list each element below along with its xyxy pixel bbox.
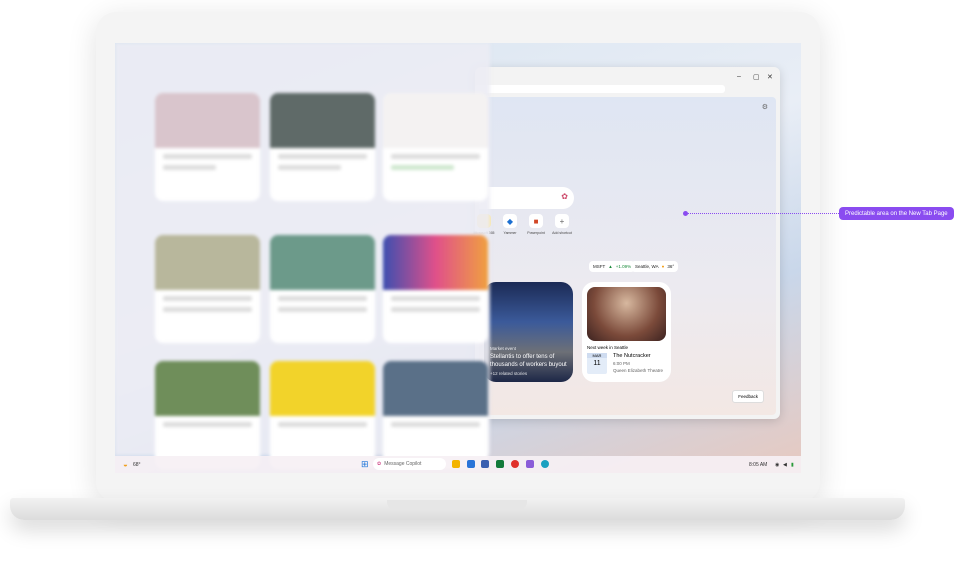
widget-card [155, 235, 260, 343]
taskbar-weather-temp[interactable]: 68° [133, 462, 141, 468]
callout-label: Predictable area on the New Tab Page [839, 207, 954, 220]
widgets-panel-blurred [115, 43, 490, 469]
address-bar[interactable] [475, 85, 725, 93]
shortcut-powerpoint[interactable]: ■ Powerpoint [524, 214, 548, 235]
event-image [587, 287, 666, 341]
shortcut-label: Powerpoint [527, 231, 545, 235]
weather-pill[interactable]: Seattle, WA ● 36° [631, 261, 679, 272]
taskbar-clock[interactable]: 8:05 AM [749, 462, 767, 468]
powerpoint-icon: ■ [529, 214, 543, 228]
laptop-notch [387, 500, 527, 510]
app-icon[interactable] [511, 460, 519, 468]
copilot-icon: ✿ [377, 461, 382, 467]
widget-card [155, 361, 260, 469]
copilot-icon[interactable]: ✿ [561, 192, 568, 201]
stock-change: +1.09% [615, 264, 632, 269]
taskbar: ◒ 68° ⊞ ✿ Message Copilot 8:05 AM ◉ ◀ ▮ [115, 456, 801, 473]
store-icon[interactable] [481, 460, 489, 468]
excel-icon[interactable] [496, 460, 504, 468]
shortcut-label: Add shortcut [552, 231, 572, 235]
widget-card [383, 235, 488, 343]
event-day: 11 [593, 360, 601, 367]
edge-icon[interactable] [541, 460, 549, 468]
weather-icon[interactable]: ◒ [123, 460, 128, 469]
new-tab-page: ⚙ ✿ Microsoft 365 ◆Yammer ■Powerpoint +A… [473, 97, 776, 415]
event-date: MAR 11 [587, 353, 607, 374]
stock-pill[interactable]: MSFT ▲ +1.09% [589, 261, 636, 272]
event-card[interactable]: Next week in Seattle MAR 11 The Nutcrack… [582, 282, 671, 382]
yammer-icon: ◆ [503, 214, 517, 228]
news-card[interactable]: Market event Stellantis to offer tens of… [484, 282, 573, 382]
plus-icon: + [555, 214, 569, 228]
minimize-icon[interactable]: – [737, 73, 741, 80]
callout-leader-line [686, 213, 839, 214]
news-headline: Stellantis to offer tens of thousands of… [490, 354, 567, 368]
add-shortcut-button[interactable]: + Add shortcut [550, 214, 574, 235]
copilot-search-box[interactable]: ✿ Message Copilot [373, 458, 446, 470]
teams-icon[interactable] [526, 460, 534, 468]
copilot-placeholder: Message Copilot [384, 461, 422, 467]
settings-gear-icon[interactable]: ⚙ [762, 103, 768, 111]
event-heading: Next week in Seattle [587, 345, 629, 350]
windows-start-icon[interactable]: ⊞ [361, 459, 369, 470]
search-box[interactable]: ✿ [479, 187, 574, 209]
widget-card [383, 93, 488, 201]
close-icon[interactable]: ✕ [767, 73, 773, 81]
widget-card [155, 93, 260, 201]
event-venue: Queen Elizabeth Theatre [613, 368, 663, 373]
feedback-button[interactable]: Feedback [732, 390, 764, 403]
maximize-icon[interactable]: ▢ [753, 73, 760, 81]
news-related[interactable]: +12 related stories [490, 371, 569, 376]
weather-location: Seattle, WA [635, 264, 659, 269]
shortcut-yammer[interactable]: ◆ Yammer [498, 214, 522, 235]
file-explorer-icon[interactable] [452, 460, 460, 468]
battery-icon[interactable]: ▮ [791, 462, 794, 468]
browser-window: – ▢ ✕ ⚙ ✿ Microsoft 365 ◆Yammer ■Powerpo… [473, 67, 780, 419]
weather-temp: 36° [667, 264, 675, 269]
event-time: 6:00 PM [613, 361, 630, 366]
wifi-icon[interactable]: ◉ [775, 462, 779, 468]
up-arrow-icon: ▲ [608, 264, 613, 269]
event-title: The Nutcracker [613, 353, 651, 359]
sun-icon: ● [661, 264, 665, 269]
shortcut-label: Yammer [503, 231, 517, 235]
widget-card [270, 93, 375, 201]
volume-icon[interactable]: ◀ [783, 462, 787, 468]
widget-card [270, 235, 375, 343]
news-kicker: Market event [490, 346, 517, 351]
screen: – ▢ ✕ ⚙ ✿ Microsoft 365 ◆Yammer ■Powerpo… [115, 43, 801, 473]
stock-symbol: MSFT [593, 264, 606, 269]
widget-card [383, 361, 488, 469]
outlook-icon[interactable] [467, 460, 475, 468]
widget-card [270, 361, 375, 469]
